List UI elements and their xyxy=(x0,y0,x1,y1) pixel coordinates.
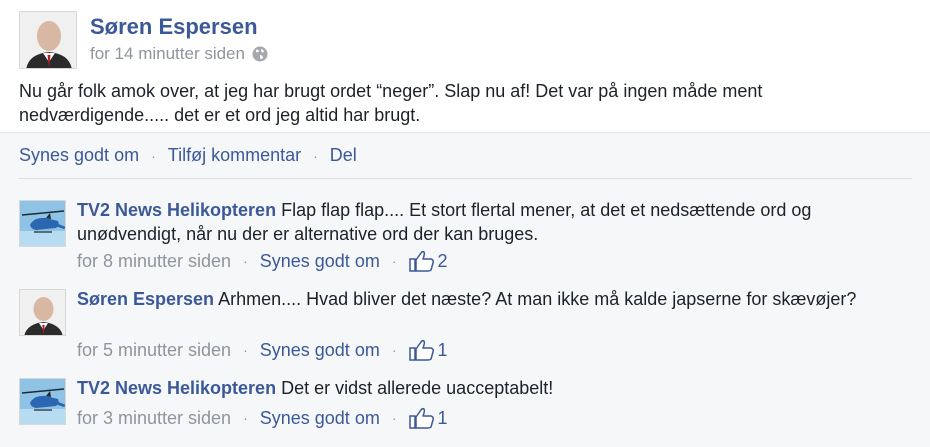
comment-body: TV2 News Helikopteren Det er vidst aller… xyxy=(77,376,907,400)
thumbs-up-icon[interactable] xyxy=(408,407,435,429)
separator: · xyxy=(391,410,397,426)
like-count[interactable]: 1 xyxy=(438,340,448,361)
comment-like-link[interactable]: Synes godt om xyxy=(260,340,380,361)
separator: · xyxy=(313,147,318,164)
comment-text: Det er vidst allerede uacceptabelt! xyxy=(281,378,554,398)
comment-timestamp[interactable]: for 3 minutter siden xyxy=(77,408,231,429)
share-link[interactable]: Del xyxy=(330,145,357,166)
comment-text: Arhmen.... Hvad bliver det næste? At man… xyxy=(218,289,857,309)
post-author[interactable]: Søren Espersen xyxy=(90,14,258,40)
post-timestamp-row: for 14 minutter siden xyxy=(90,44,268,64)
separator: · xyxy=(243,342,248,358)
separator: · xyxy=(391,253,397,269)
post-timestamp[interactable]: for 14 minutter siden xyxy=(90,44,245,64)
commenter-avatar[interactable] xyxy=(19,200,66,247)
comment-author[interactable]: TV2 News Helikopteren xyxy=(77,200,276,220)
comment-meta: for 5 minutter siden · Synes godt om · 1 xyxy=(77,339,448,361)
comment-timestamp[interactable]: for 8 minutter siden xyxy=(77,251,231,272)
comment-timestamp[interactable]: for 5 minutter siden xyxy=(77,340,231,361)
comment-author[interactable]: TV2 News Helikopteren xyxy=(77,378,276,398)
commenter-avatar[interactable] xyxy=(19,289,66,336)
post-text: Nu går folk amok over, at jeg har brugt … xyxy=(19,81,763,125)
like-link[interactable]: Synes godt om xyxy=(19,145,139,166)
comment-body: TV2 News Helikopteren Flap flap flap....… xyxy=(77,198,907,246)
thumbs-up-icon[interactable] xyxy=(408,250,435,272)
add-comment-link[interactable]: Tilføj kommentar xyxy=(168,145,301,166)
comment-meta: for 3 minutter siden · Synes godt om · 1 xyxy=(77,407,448,429)
comment-meta: for 8 minutter siden · Synes godt om · 2 xyxy=(77,250,448,272)
comment-like-link[interactable]: Synes godt om xyxy=(260,251,380,272)
comment-author[interactable]: Søren Espersen xyxy=(77,289,214,309)
separator: · xyxy=(243,253,248,269)
separator: · xyxy=(391,342,397,358)
divider xyxy=(19,178,912,179)
post: Søren Espersen for 14 minutter siden Nu … xyxy=(0,0,930,132)
thumbs-up-icon[interactable] xyxy=(408,339,435,361)
comment-like-link[interactable]: Synes godt om xyxy=(260,408,380,429)
comment-body: Søren Espersen Arhmen.... Hvad bliver de… xyxy=(77,287,907,311)
like-count[interactable]: 2 xyxy=(438,251,448,272)
separator: · xyxy=(243,410,248,426)
globe-icon[interactable] xyxy=(252,46,268,62)
commenter-avatar[interactable] xyxy=(19,378,66,425)
author-avatar[interactable] xyxy=(19,11,77,69)
post-actions: Synes godt om · Tilføj kommentar · Del xyxy=(19,145,357,166)
feedback-area: Synes godt om · Tilføj kommentar · Del T… xyxy=(0,132,930,447)
separator: · xyxy=(151,147,156,164)
like-count[interactable]: 1 xyxy=(438,408,448,429)
